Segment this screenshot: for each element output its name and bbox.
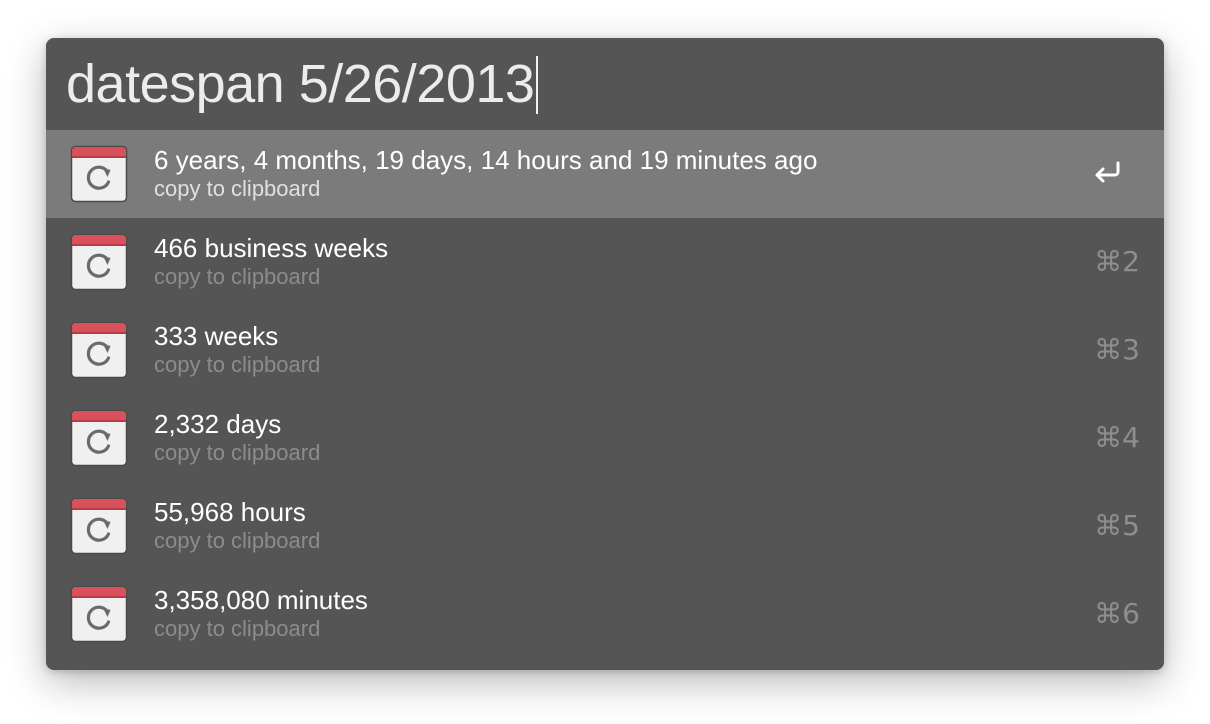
result-title: 3,358,080 minutes <box>154 585 368 615</box>
result-subtitle: copy to clipboard <box>154 352 321 377</box>
result-subtitle: copy to clipboard <box>154 528 321 553</box>
result-subtitle: copy to clipboard <box>154 176 321 201</box>
search-input[interactable]: datespan 5/26/2013 <box>66 52 539 116</box>
result-row-3[interactable]: 333 weeks copy to clipboard ⌘3 <box>46 306 1164 394</box>
result-title: 2,332 days <box>154 409 282 439</box>
result-subtitle: copy to clipboard <box>154 440 321 465</box>
calendar-refresh-icon <box>70 321 128 379</box>
search-bar[interactable]: datespan 5/26/2013 <box>46 38 1164 130</box>
calendar-refresh-icon <box>70 585 128 643</box>
result-title: 333 weeks <box>154 321 279 351</box>
result-row-6[interactable]: 3,358,080 minutes copy to clipboard ⌘6 <box>46 570 1164 658</box>
result-row-2[interactable]: 466 business weeks copy to clipboard ⌘2 <box>46 218 1164 306</box>
calendar-refresh-icon <box>70 409 128 467</box>
launcher-window: datespan 5/26/2013 6 years, 4 months, 19… <box>46 38 1164 670</box>
search-query: datespan 5/26/2013 <box>66 54 535 114</box>
result-shortcut: ⌘6 <box>1094 597 1140 630</box>
result-row-1[interactable]: 6 years, 4 months, 19 days, 14 hours and… <box>46 130 1164 218</box>
calendar-refresh-icon <box>70 233 128 291</box>
result-row-5[interactable]: 55,968 hours copy to clipboard ⌘5 <box>46 482 1164 570</box>
result-shortcut: ⌘3 <box>1094 333 1140 366</box>
result-title: 466 business weeks <box>154 233 389 263</box>
result-shortcut: ⌘2 <box>1094 245 1140 278</box>
result-row-4[interactable]: 2,332 days copy to clipboard ⌘4 <box>46 394 1164 482</box>
calendar-refresh-icon <box>70 145 128 203</box>
results-list: 6 years, 4 months, 19 days, 14 hours and… <box>46 130 1164 658</box>
result-subtitle: copy to clipboard <box>154 616 321 641</box>
return-key-icon <box>1095 161 1120 183</box>
result-shortcut: ⌘5 <box>1094 509 1140 542</box>
result-title: 6 years, 4 months, 19 days, 14 hours and… <box>154 145 818 175</box>
text-caret <box>536 55 539 114</box>
result-subtitle: copy to clipboard <box>154 264 321 289</box>
result-title: 55,968 hours <box>154 497 306 527</box>
calendar-refresh-icon <box>70 497 128 555</box>
result-shortcut: ⌘4 <box>1094 421 1140 454</box>
